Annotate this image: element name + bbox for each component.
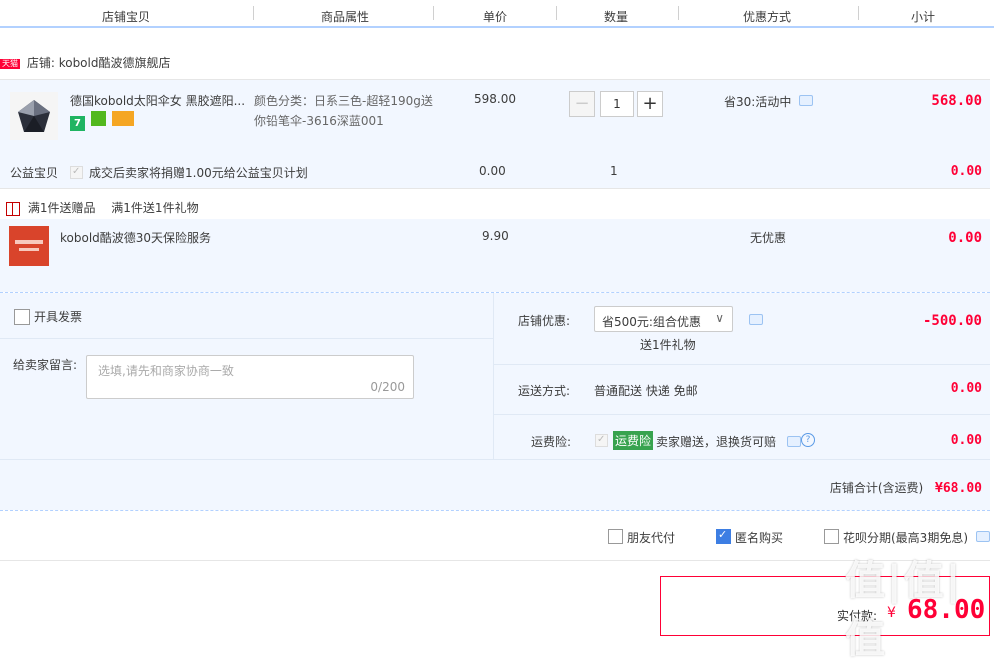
item-discount-text: 省30:活动中	[724, 95, 792, 109]
umbrella-image-icon	[18, 100, 50, 132]
charity-label: 公益宝贝	[10, 166, 59, 180]
item-title-link[interactable]: 德国kobold太阳伞女 黑胶遮阳...	[70, 92, 248, 109]
col-price-header: 单价	[483, 10, 508, 24]
shipping-value: 普通配送 快递 免邮	[594, 384, 698, 398]
col-qty-header: 数量	[604, 10, 629, 24]
shop-label: 店铺:	[26, 56, 55, 70]
shop-discount-selected: 省500元:组合优惠	[602, 315, 701, 329]
freight-insurance-label: 运费险:	[531, 435, 572, 449]
item-thumbnail[interactable]	[10, 92, 58, 140]
freight-insurance-amount: 0.00	[950, 433, 982, 448]
insurance-price: 9.90	[482, 229, 509, 243]
shop-total-amount: ¥68.00	[935, 481, 982, 496]
shop-discount-amount: -500.00	[922, 313, 982, 329]
service-badges: 7	[70, 111, 134, 131]
qty-minus-button[interactable]: −	[569, 91, 595, 117]
anonymous-label: 匿名购买	[735, 531, 784, 545]
help-icon[interactable]: ?	[801, 433, 815, 447]
gift-icon	[6, 201, 20, 216]
huabei-label: 花呗分期(最高3期免息)	[843, 531, 968, 545]
insurance-thumbnail[interactable]	[9, 226, 49, 266]
item-props-line1: 颜色分类：日系三色-超轻190g送	[254, 94, 433, 108]
charity-text: 成交后卖家将捐赠1.00元给公益宝贝计划	[89, 166, 308, 180]
table-header: 店铺宝贝 商品属性 单价 数量 优惠方式 小计	[0, 0, 994, 28]
message-label: 给卖家留言:	[13, 358, 78, 372]
freight-insurance-checkbox	[595, 434, 608, 447]
invoice-label: 开具发票	[34, 310, 83, 324]
order-options: 开具发票 给卖家留言: 选填,请先和商家协商一致 0/200 店铺优惠: 省50…	[0, 293, 990, 459]
col-item-header: 店铺宝贝	[102, 10, 151, 24]
item-props-line2: 你铅笔伞-3616深蓝001	[254, 114, 384, 128]
item-discount: 省30:活动中	[724, 93, 814, 110]
invoice-checkbox[interactable]	[14, 309, 30, 325]
freight-insurance-text: 卖家赠送，退换货可赔	[656, 435, 777, 449]
insurance-discount: 无优惠	[750, 231, 787, 245]
credit-card-icon[interactable]	[111, 111, 134, 126]
shop-row: 天猫 店铺: kobold酷波德旗舰店	[0, 54, 170, 71]
shipping-amount: 0.00	[950, 381, 982, 396]
charity-qty: 1	[610, 164, 618, 178]
huabei-checkbox[interactable]	[824, 529, 839, 544]
col-discount-header: 优惠方式	[743, 10, 792, 24]
col-subtotal-header: 小计	[911, 10, 936, 24]
guarantee-icon[interactable]	[90, 111, 106, 126]
shop-discount-label: 店铺优惠:	[518, 314, 571, 328]
chat-bubble-icon[interactable]	[799, 95, 814, 106]
item-subtotal: 568.00	[931, 93, 982, 109]
qty-plus-button[interactable]: +	[637, 91, 663, 117]
gift-text: 满1件送1件礼物	[111, 201, 199, 215]
shop-total-row: 店铺合计(含运费) ¥68.00	[0, 460, 990, 510]
shop-total-label: 店铺合计(含运费)	[829, 481, 924, 495]
gift-label: 满1件送赠品	[27, 201, 96, 215]
chat-bubble-icon[interactable]	[749, 314, 763, 325]
message-textarea[interactable]: 选填,请先和商家协商一致 0/200	[86, 355, 414, 399]
anonymous-checkbox[interactable]	[716, 528, 731, 544]
insurance-title-link[interactable]: kobold酷波德30天保险服务	[60, 229, 211, 246]
insurance-item: kobold酷波德30天保险服务 9.90 无优惠 0.00	[0, 219, 990, 292]
message-placeholder: 选填,请先和商家协商一致	[98, 364, 234, 378]
charity-subtotal: 0.00	[950, 164, 982, 179]
shop-discount-gift-note: 送1件礼物	[640, 338, 696, 352]
chevron-down-icon: ∨	[715, 311, 724, 325]
message-counter: 0/200	[370, 380, 405, 394]
col-props-header: 商品属性	[321, 10, 370, 24]
shop-name-link[interactable]: kobold酷波德旗舰店	[59, 56, 171, 70]
charity-checkbox	[70, 166, 83, 179]
chat-bubble-icon[interactable]	[787, 436, 801, 447]
qty-input[interactable]: 1	[600, 91, 634, 117]
freight-insurance-tag: 运费险	[613, 431, 654, 450]
tmall-badge: 天猫	[0, 58, 20, 69]
seven-day-return-icon[interactable]: 7	[70, 116, 85, 131]
chat-bubble-icon[interactable]	[976, 531, 990, 542]
watermark: 值|值|值	[845, 558, 963, 662]
friend-pay-checkbox[interactable]	[608, 529, 623, 544]
cart-item: 德国kobold太阳伞女 黑胶遮阳... 7 颜色分类：日系三色-超轻190g送…	[0, 79, 990, 188]
charity-price: 0.00	[479, 164, 506, 178]
shipping-label: 运送方式:	[518, 384, 571, 398]
shop-discount-select[interactable]: 省500元:组合优惠 ∨	[594, 306, 733, 332]
friend-pay-label: 朋友代付	[627, 531, 676, 545]
insurance-subtotal: 0.00	[948, 230, 982, 246]
gift-row: 满1件送赠品 满1件送1件礼物	[6, 199, 199, 216]
item-price: 598.00	[474, 92, 516, 106]
